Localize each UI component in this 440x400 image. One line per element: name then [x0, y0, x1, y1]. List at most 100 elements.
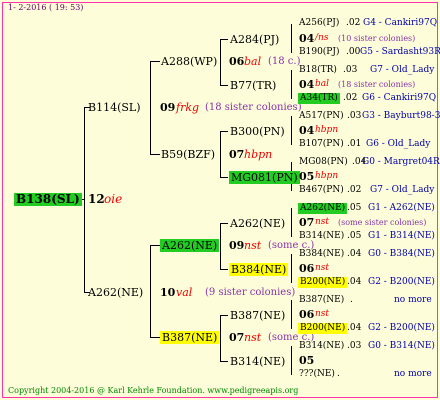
gen3-tag: nst — [315, 217, 330, 227]
gen3-year: 05 — [299, 170, 315, 183]
gen1-year: 09 — [160, 101, 176, 114]
gen2-year: 06 — [229, 55, 245, 68]
gen4-queen[interactable]: B107(PN) — [299, 139, 344, 150]
gen2-tag: nst — [244, 331, 262, 344]
gen1-tag: val — [176, 286, 193, 299]
connector — [220, 269, 228, 270]
gen4-year: .03 — [343, 65, 358, 75]
gen4-origin: G2 - B200(NE) — [368, 277, 435, 287]
gen3-year: 05 — [299, 354, 315, 367]
gen4-queen[interactable]: B18(TR) — [299, 65, 337, 76]
gen1-queen[interactable]: A262(NE) — [88, 286, 143, 299]
gen3-queen[interactable]: B300(PN) — [230, 125, 285, 138]
gen4-origin: G7 - Old_Lady — [370, 185, 435, 195]
gen4-year: .05 — [347, 203, 362, 213]
gen4-queen[interactable]: B384(NE) — [299, 249, 344, 260]
gen2-queen[interactable]: B387(NE) — [160, 331, 220, 344]
connector — [291, 70, 292, 99]
connector — [220, 39, 228, 40]
gen2-year: 07 — [229, 331, 245, 344]
gen3-queen[interactable]: B314(NE) — [230, 355, 285, 368]
gen4-year: .01 — [347, 139, 362, 149]
gen4-queen[interactable]: B314(NE) — [299, 231, 344, 242]
gen4-origin: no more — [394, 295, 432, 305]
gen3-tag: nst — [315, 263, 330, 273]
gen4-queen[interactable]: A517(PN) — [299, 111, 344, 122]
connector — [150, 245, 151, 337]
gen2-queen[interactable]: A288(WP) — [161, 55, 217, 68]
gen4-year: .03 — [347, 341, 362, 351]
gen4-origin: no more — [394, 369, 432, 379]
gen4-year: .04 — [347, 249, 362, 259]
gen4-queen[interactable]: A262(NE) — [298, 203, 348, 214]
connector — [291, 208, 292, 237]
gen1-queen[interactable]: B114(SL) — [88, 101, 141, 114]
connector — [291, 346, 292, 375]
gen1-year: 10 — [160, 286, 176, 299]
gen2-queen[interactable]: A262(NE) — [160, 239, 220, 252]
gen4-queen[interactable]: B190(PJ) — [299, 47, 339, 58]
gen1-tag: frkg — [176, 101, 200, 114]
gen4-origin: G0 - B314(NE) — [368, 341, 435, 351]
root-tag: oie — [104, 192, 123, 206]
gen4-queen[interactable]: ???(NE) — [299, 369, 335, 380]
gen4-queen[interactable]: B200(NE) — [298, 277, 348, 288]
connector — [220, 85, 228, 86]
gen2-year: 07 — [229, 148, 245, 161]
gen3-year: 04 — [299, 124, 315, 137]
gen4-origin: G4 - Cankiri97Q — [363, 18, 438, 28]
gen3-queen[interactable]: B387(NE) — [230, 309, 285, 322]
gen3-queen[interactable]: B384(NE) — [229, 263, 289, 276]
connector — [150, 337, 160, 338]
gen4-year: .04 — [347, 277, 362, 287]
connector — [84, 107, 85, 293]
gen4-queen[interactable]: B467(PN) — [299, 185, 344, 196]
gen2-queen[interactable]: B59(BZF) — [161, 148, 215, 161]
gen3-sibs: (10 sister colonies) — [338, 34, 416, 43]
gen4-origin: G6 - Old_Lady — [366, 139, 431, 149]
gen4-queen[interactable]: A256(PJ) — [299, 18, 339, 29]
connector — [220, 315, 221, 361]
gen3-year: 07 — [299, 216, 315, 229]
gen4-origin: G1 - B314(NE) — [368, 231, 435, 241]
connector — [220, 361, 228, 362]
connector — [150, 154, 160, 155]
connector — [291, 254, 292, 283]
gen2-tag: nst — [244, 239, 262, 252]
gen4-queen[interactable]: B200(NE) — [298, 323, 348, 334]
connector — [150, 61, 151, 154]
gen3-tag: nst — [315, 309, 330, 319]
gen4-year: .02 — [343, 93, 358, 103]
gen4-origin: G3 - Bayburt98-3 — [362, 111, 440, 121]
gen3-queen[interactable]: B77(TR) — [230, 79, 276, 92]
gen4-queen[interactable]: MG08(PN) — [299, 157, 348, 168]
gen3-tag: hbpn — [315, 125, 339, 135]
gen1-sibs: (9 sister colonies) — [205, 287, 296, 298]
root-year: 12 — [88, 192, 105, 206]
gen3-queen[interactable]: MG081(PN) — [229, 171, 300, 184]
connector — [220, 223, 221, 269]
gen2-tag: hbpn — [244, 148, 273, 161]
gen2-tag: bal — [244, 55, 262, 68]
connector — [220, 315, 228, 316]
gen3-sibs: (18 sister colonies) — [338, 80, 416, 89]
gen2-sibs: (18 c.) — [268, 56, 301, 67]
gen3-year: 06 — [299, 262, 315, 275]
gen4-origin: G5 - Sardasht93R — [360, 47, 440, 57]
gen4-origin: G6 - Cankiri97Q — [362, 93, 437, 103]
gen4-queen[interactable]: B387(NE) — [299, 295, 344, 306]
gen2-year: 09 — [229, 239, 245, 252]
root-queen[interactable]: B138(SL) — [14, 193, 82, 206]
gen4-queen[interactable]: A34(TR) — [298, 93, 340, 104]
gen4-year: .02 — [347, 185, 362, 195]
gen3-queen[interactable]: A284(PJ) — [230, 33, 279, 46]
date-stamp: 1- 2-2016 ( 19: 53) — [8, 3, 84, 12]
gen4-year: .05 — [347, 231, 362, 241]
gen3-queen[interactable]: A262(NE) — [230, 217, 285, 230]
gen3-year: 06 — [299, 308, 315, 321]
gen4-year: .04 — [347, 323, 362, 333]
gen4-queen[interactable]: B314(NE) — [299, 341, 344, 352]
copyright-footer: Copyright 2004-2016 @ Karl Kehrle Founda… — [8, 386, 299, 395]
connector — [291, 116, 292, 145]
gen4-origin: G1 - A262(NE) — [368, 203, 435, 213]
